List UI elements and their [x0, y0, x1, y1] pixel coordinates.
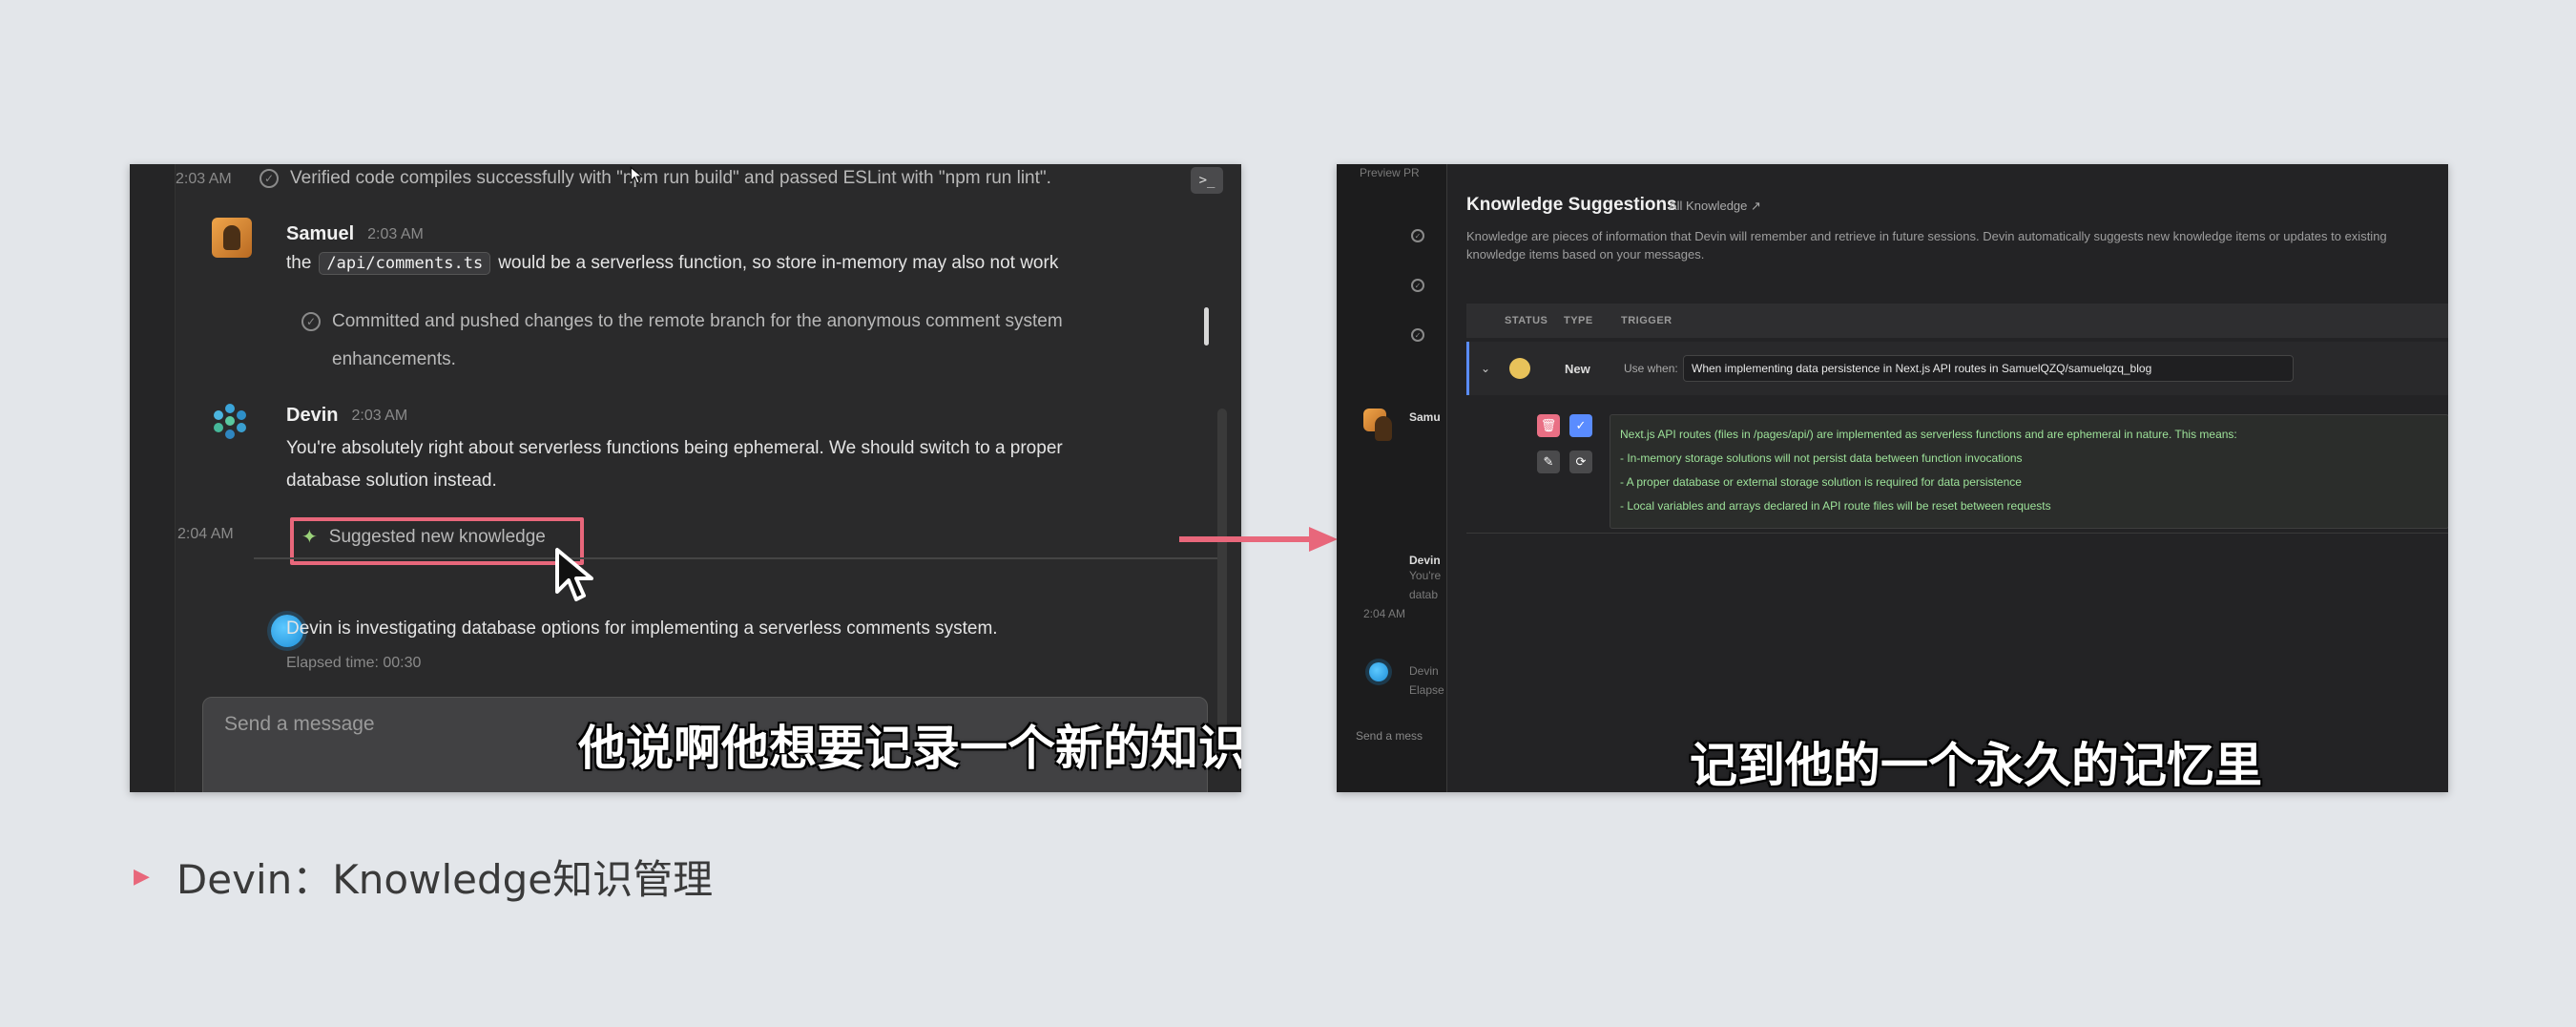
code-snippet: /api/comments.ts [319, 252, 491, 275]
check-circle-icon: ✓ [1411, 229, 1424, 242]
delete-icon[interactable]: 🗑 [1537, 414, 1560, 437]
knowledge-line: - A proper database or external storage … [1620, 475, 2022, 489]
check-circle-icon: ✓ [301, 312, 321, 331]
knowledge-line: Next.js API routes (files in /pages/api/… [1620, 428, 2237, 441]
knowledge-content[interactable]: Next.js API routes (files in /pages/api/… [1610, 414, 2448, 529]
devin-logo-icon [214, 404, 246, 439]
all-knowledge-link[interactable]: All Knowledge ↗ [1669, 199, 1761, 214]
arrow-icon [1179, 527, 1338, 552]
slide-caption: ▶ Devin：Knowledge知识管理 [134, 848, 713, 906]
status-text: Devin is investigating database options … [286, 618, 998, 639]
bg-devin: Devin [1409, 554, 1441, 567]
trigger-input[interactable]: When implementing data persistence in Ne… [1683, 355, 2294, 382]
column-trigger: TRIGGER [1621, 315, 1672, 326]
column-status: STATUS [1505, 315, 1548, 326]
modal-description: Knowledge are pieces of information that… [1466, 229, 2387, 262]
log-entry: 2:03 AM ✓ Verified code compiles success… [176, 168, 1051, 189]
scrollbar-thumb[interactable] [1204, 307, 1209, 346]
all-knowledge-label[interactable]: All Knowledge [1669, 199, 1747, 213]
left-screenshot-panel: 2:03 AM ✓ Verified code compiles success… [130, 164, 1241, 792]
check-circle-icon: ✓ [1411, 328, 1424, 342]
bg-you: You're [1409, 569, 1442, 582]
mouse-cursor-icon [555, 548, 593, 601]
terminal-icon[interactable]: >_ [1191, 167, 1223, 194]
devin-time: 2:03 AM [351, 407, 408, 424]
samuel-avatar [212, 218, 252, 258]
knowledge-line: - Local variables and arrays declared in… [1620, 499, 2051, 513]
devin-name: Devin [286, 405, 339, 426]
background-chat: Preview PR ✓ ✓ ✓ Samu Devin You're datab… [1337, 164, 1446, 792]
mouse-cursor-icon [630, 166, 644, 184]
devin-message-line: database solution instead. [286, 471, 497, 491]
entry-text: Committed and pushed changes to the remo… [332, 311, 1063, 331]
working-indicator-icon [1369, 662, 1388, 681]
table-header: STATUS TYPE TRIGGER [1466, 304, 2448, 338]
sidebar-strip [130, 164, 176, 792]
chevron-down-icon[interactable]: ⌄ [1481, 362, 1490, 375]
samuel-time: 2:03 AM [367, 225, 424, 242]
samuel-avatar [1363, 409, 1392, 441]
samuel-header: Samuel 2:03 AM [286, 223, 424, 245]
video-subtitle: 他说啊他想要记录一个新的知识 [578, 721, 1241, 776]
right-screenshot-panel: Preview PR ✓ ✓ ✓ Samu Devin You're datab… [1337, 164, 2448, 792]
external-link-icon: ↗ [1751, 199, 1761, 213]
status-dot-icon [1509, 358, 1530, 379]
triangle-bullet-icon: ▶ [134, 865, 150, 889]
suggested-time: 2:04 AM [177, 526, 234, 542]
bg-devin-2: Devin [1409, 664, 1439, 678]
entry-time: 2:03 AM [176, 171, 232, 187]
bg-datab: datab [1409, 588, 1439, 601]
check-circle-icon: ✓ [260, 169, 279, 188]
use-when-label: Use when: [1624, 362, 1678, 375]
refresh-icon[interactable]: ⟳ [1569, 451, 1592, 473]
samuel-name: Samuel [286, 223, 355, 244]
entry-text-continued: enhancements. [332, 349, 456, 369]
modal-title: Knowledge Suggestions [1466, 195, 1677, 215]
bg-samuel: Samu [1409, 410, 1441, 424]
message-text: would be a serverless function, so store… [498, 253, 1059, 273]
devin-header: Devin 2:03 AM [286, 405, 407, 427]
entry-text: Verified code compiles successfully with… [290, 168, 1051, 188]
bg-elapsed: Elapse [1409, 683, 1444, 697]
devin-message-line: You're absolutely right about serverless… [286, 438, 1063, 458]
divider [1466, 533, 2448, 534]
scrollbar[interactable] [1217, 409, 1227, 762]
preview-pr-label: Preview PR [1360, 166, 1420, 179]
knowledge-modal: Knowledge Suggestions All Knowledge ↗ Kn… [1446, 164, 2448, 792]
edit-pencil-icon[interactable]: ✎ [1537, 451, 1560, 473]
divider [254, 557, 1217, 559]
bg-send: Send a mess [1356, 729, 1423, 743]
chat-area: 2:03 AM ✓ Verified code compiles success… [176, 164, 1241, 792]
log-entry: ✓ Committed and pushed changes to the re… [301, 311, 1063, 332]
message-text: the [286, 253, 312, 273]
elapsed-time: Elapsed time: 00:30 [286, 655, 422, 671]
table-row[interactable]: ⌄ New Use when: When implementing data p… [1466, 342, 2448, 395]
bg-time: 2:04 AM [1363, 607, 1406, 620]
column-type: TYPE [1564, 315, 1593, 326]
video-subtitle: 记到他的一个永久的记忆里 [1690, 738, 2262, 792]
approve-check-icon[interactable]: ✓ [1569, 414, 1592, 437]
type-label: New [1565, 361, 1590, 376]
caption-text: Devin：Knowledge知识管理 [176, 856, 714, 903]
check-circle-icon: ✓ [1411, 279, 1424, 292]
knowledge-line: - In-memory storage solutions will not p… [1620, 451, 2023, 465]
samuel-message: the /api/comments.ts would be a serverle… [286, 252, 1058, 275]
